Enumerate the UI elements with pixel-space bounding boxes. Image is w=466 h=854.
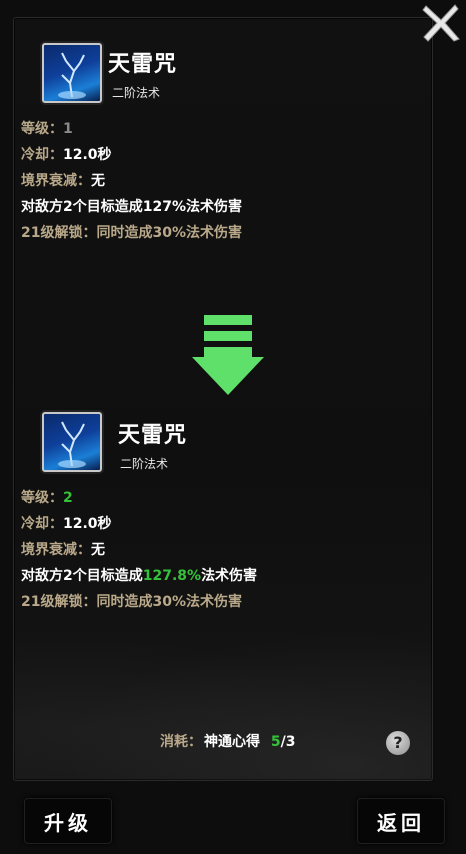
decay-label: 境界衰减： <box>21 542 91 558</box>
skill-name-next: 天雷咒 <box>118 423 188 448</box>
decay-row-current: 境界衰减：无 <box>21 170 105 190</box>
cost-label: 消耗： <box>160 734 202 750</box>
skill-icon-current <box>42 43 102 103</box>
upgrade-arrow <box>192 313 264 397</box>
decay-row-next: 境界衰减：无 <box>21 539 105 559</box>
cooldown-label: 冷却： <box>21 147 63 163</box>
skill-tier-next: 二阶法术 <box>120 457 169 471</box>
unlock-row-current: 21级解锁：同时造成30%法术伤害 <box>21 225 242 241</box>
level-value: 1 <box>63 121 73 137</box>
effect-value: 127% <box>142 199 187 215</box>
skill-icon-next <box>42 412 102 472</box>
level-row-next: 等级：2 <box>21 487 73 507</box>
question-icon: ? <box>393 733 403 752</box>
cooldown-row-next: 冷却：12.0秒 <box>21 513 112 533</box>
close-button[interactable] <box>420 2 462 44</box>
effect-suffix: 法术伤害 <box>201 568 258 584</box>
level-label: 等级： <box>21 121 63 137</box>
cost-have: 5 <box>270 734 281 750</box>
cooldown-value: 12.0秒 <box>63 516 112 532</box>
effect-row-current: 对敌方2个目标造成127%法术伤害 <box>21 196 242 216</box>
back-button[interactable]: 返回 <box>357 798 445 844</box>
skill-name-current: 天雷咒 <box>108 52 178 77</box>
effect-prefix: 对敌方2个目标造成 <box>21 568 143 584</box>
effect-prefix: 对敌方2个目标造成 <box>21 199 143 215</box>
skill-upgrade-panel <box>13 17 433 781</box>
cooldown-value: 12.0秒 <box>63 147 112 163</box>
upgrade-arrow-icon <box>192 315 264 395</box>
skill-tier-current: 二阶法术 <box>112 86 161 100</box>
cooldown-row-current: 冷却：12.0秒 <box>21 144 112 164</box>
decay-value: 无 <box>91 542 105 558</box>
thunder-tree-icon <box>58 421 86 468</box>
cost-need: /3 <box>280 734 296 750</box>
decay-value: 无 <box>91 173 105 189</box>
effect-value: 127.8% <box>142 568 202 584</box>
effect-suffix: 法术伤害 <box>186 199 243 215</box>
effect-row-next: 对敌方2个目标造成127.8%法术伤害 <box>21 565 257 585</box>
help-button[interactable]: ? <box>386 731 410 755</box>
cost-item: 神通心得 <box>204 734 260 750</box>
cooldown-label: 冷却： <box>21 516 63 532</box>
cost-row: 消耗： 神通心得 5/3 <box>160 731 295 751</box>
close-x-icon <box>422 4 460 42</box>
level-row-current: 等级：1 <box>21 118 73 138</box>
level-label: 等级： <box>21 490 63 506</box>
upgrade-button[interactable]: 升级 <box>24 798 112 844</box>
level-value: 2 <box>63 490 73 506</box>
decay-label: 境界衰减： <box>21 173 91 189</box>
thunder-tree-icon <box>58 52 86 99</box>
unlock-row-next: 21级解锁：同时造成30%法术伤害 <box>21 594 242 610</box>
